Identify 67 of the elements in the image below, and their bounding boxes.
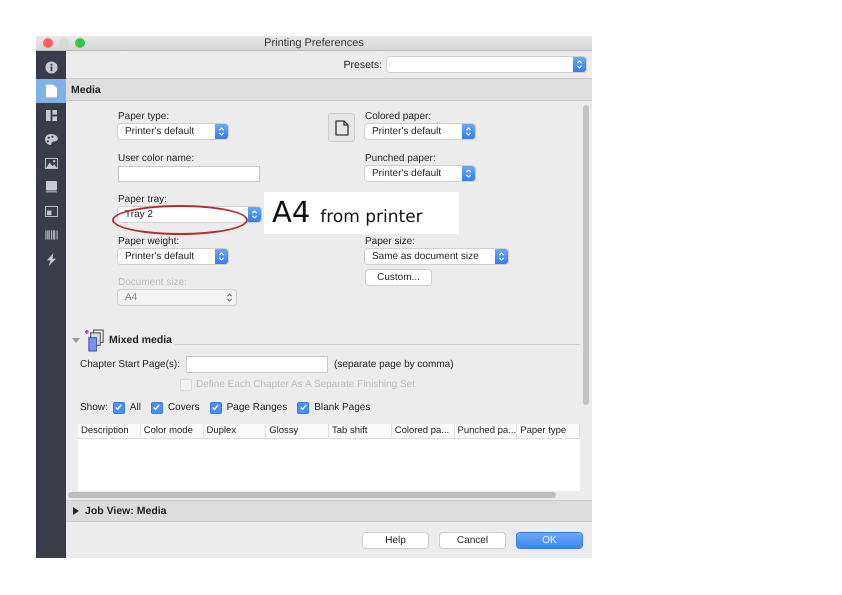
dropdown[interactable]: Printer's default: [365, 124, 475, 139]
checkbox-label: Page Ranges: [226, 402, 288, 413]
column-header[interactable]: Punched pa...: [454, 424, 518, 438]
checkbox[interactable]: [210, 402, 222, 414]
stepper-icon: [215, 124, 228, 139]
column-header[interactable]: Tab shift: [329, 424, 392, 438]
custom-button[interactable]: Custom...: [366, 270, 431, 285]
page-icon: [46, 84, 56, 98]
column-header[interactable]: Color mode: [140, 424, 204, 438]
checkbox[interactable]: [297, 402, 310, 414]
book-icon: [46, 181, 56, 193]
field-label: Paper type:: [118, 111, 170, 122]
checkbox[interactable]: [150, 402, 163, 414]
dialog-button[interactable]: Cancel: [440, 532, 505, 548]
column-header[interactable]: Duplex: [204, 424, 266, 438]
stepper-icon: [573, 57, 586, 72]
stepper-icon: [462, 124, 475, 139]
info-icon: [44, 60, 58, 74]
checkbox-label: Covers: [168, 402, 200, 413]
scrollbar-thumb[interactable]: [583, 105, 589, 405]
window-icon: [44, 206, 58, 216]
field-label: Colored paper:: [365, 111, 432, 122]
page-icon: [334, 120, 348, 136]
dropdown[interactable]: Printer's default: [118, 248, 228, 264]
field-label: User color name:: [118, 152, 194, 164]
column-header[interactable]: Colored pa...: [392, 424, 454, 438]
checkbox[interactable]: [112, 402, 125, 414]
field-label: Punched paper:: [365, 152, 436, 164]
checkbox-label: All: [130, 402, 141, 413]
input-field[interactable]: [186, 356, 328, 372]
section-title: Media: [71, 84, 101, 96]
annotation-text: A4: [272, 196, 310, 228]
barcode-icon: [44, 230, 58, 240]
close-icon[interactable]: [43, 38, 53, 48]
field-label: Paper size:: [365, 236, 416, 246]
disclosure-triangle[interactable]: [73, 507, 79, 515]
input-field[interactable]: [118, 166, 260, 182]
section-title: Job View: Media: [85, 505, 166, 517]
page-icon-button[interactable]: [328, 113, 355, 142]
field-label: Paper tray:: [118, 194, 167, 205]
dialog-button[interactable]: Help: [363, 532, 428, 548]
column-header[interactable]: Glossy: [266, 424, 329, 438]
column-header[interactable]: Paper type: [517, 424, 580, 438]
presets-dropdown[interactable]: [387, 57, 586, 72]
hint-text: (separate page by comma): [334, 358, 454, 370]
pages-stack-icon: [85, 328, 106, 352]
annotation-text: from printer: [320, 207, 423, 227]
stepper-icon: [462, 166, 475, 180]
column-header[interactable]: Description: [78, 424, 141, 438]
window-title: Printing Preferences: [264, 37, 364, 49]
palette-icon: [44, 134, 58, 144]
lightning-icon: [46, 252, 56, 266]
show-label: Show:: [80, 402, 108, 413]
dropdown[interactable]: Printer's default: [118, 124, 228, 139]
section-title: Mixed media: [109, 334, 172, 346]
checkbox-label: Blank Pages: [314, 402, 370, 413]
field-label: Paper weight:: [118, 236, 180, 246]
stepper-icon: [248, 207, 261, 222]
layout-icon: [46, 110, 56, 120]
dropdown[interactable]: Printer's default: [365, 166, 475, 180]
stepper-icon: [495, 248, 508, 264]
scrollbar-thumb[interactable]: [68, 492, 556, 498]
stepper-icon: [215, 248, 228, 264]
dropdown[interactable]: Same as document size: [365, 248, 508, 264]
image-icon: [44, 158, 58, 168]
presets-label: Presets:: [343, 58, 382, 70]
field-label: Chapter Start Page(s):: [80, 358, 180, 370]
